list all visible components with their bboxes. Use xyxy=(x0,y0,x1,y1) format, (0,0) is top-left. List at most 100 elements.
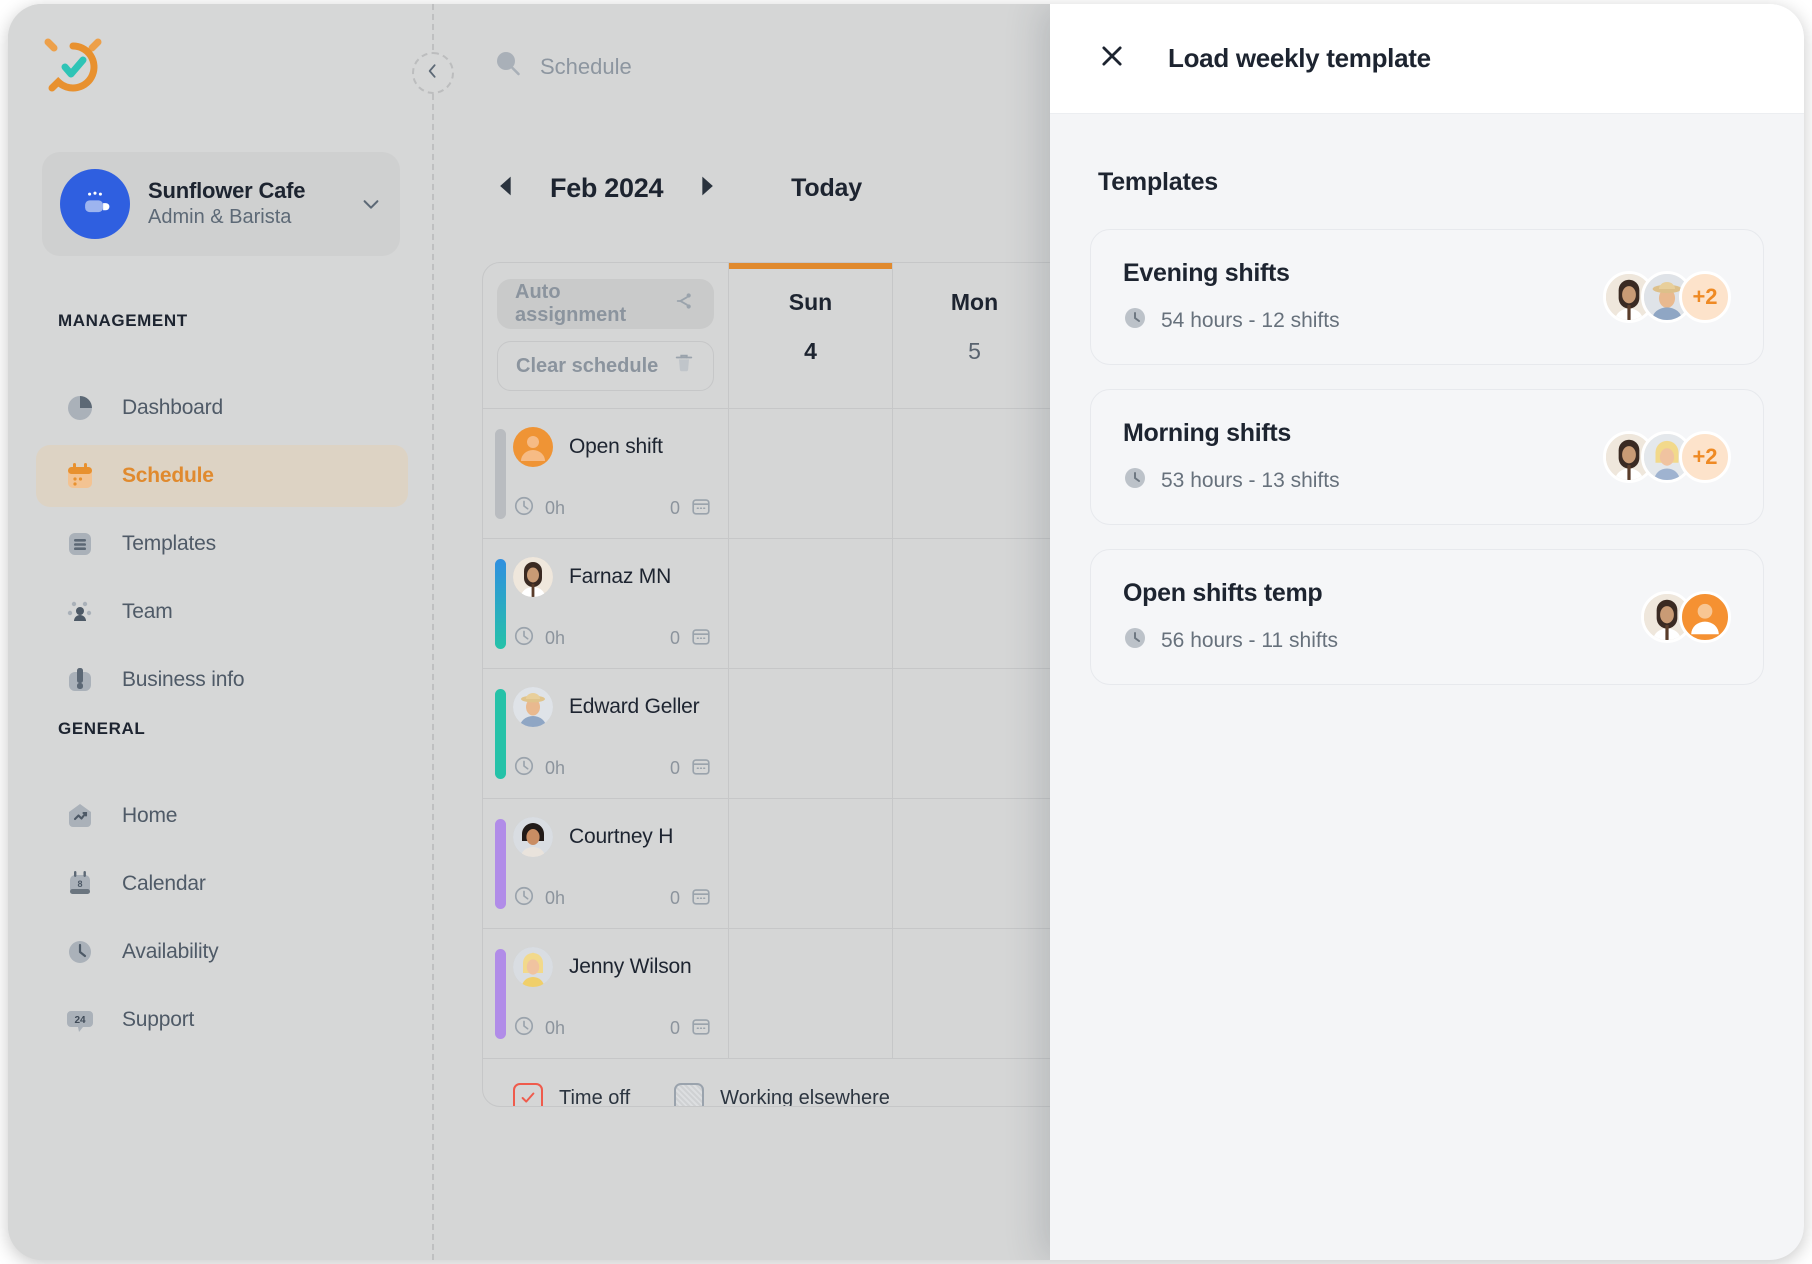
calendar-icon xyxy=(690,885,712,912)
schedule-cell[interactable] xyxy=(729,539,893,668)
sidebar-item-business-info[interactable]: Business info xyxy=(36,649,408,711)
employee-hours: 0h xyxy=(545,758,565,779)
schedule-cell[interactable] xyxy=(893,669,1057,798)
day-column-header[interactable]: Mon 5 xyxy=(893,263,1057,408)
panel-header: Load weekly template xyxy=(1050,4,1804,114)
employee-shift-count: 0 xyxy=(670,1018,680,1039)
calendar-icon xyxy=(690,1015,712,1042)
people-network-icon xyxy=(62,594,98,630)
company-selector[interactable]: Sunflower Cafe Admin & Barista xyxy=(42,152,400,256)
day-name: Sun xyxy=(789,289,832,316)
checkbox-hatched-icon xyxy=(674,1083,704,1107)
legend-time-off[interactable]: Time off xyxy=(513,1083,630,1107)
employee-cell[interactable]: Courtney H 0h 0 xyxy=(483,799,729,928)
sidebar-item-team[interactable]: Team xyxy=(36,581,408,643)
chevron-down-icon[interactable] xyxy=(360,193,382,215)
templates-list: Evening shifts 54 hours - 12 shifts xyxy=(1090,229,1764,685)
employee-cell[interactable]: Open shift 0h 0 xyxy=(483,409,729,538)
app-window: Sunflower Cafe Admin & Barista MANAGEMEN… xyxy=(8,4,1804,1260)
employee-cell[interactable]: Jenny Wilson 0h 0 xyxy=(483,929,729,1058)
sidebar-item-availability[interactable]: Availability xyxy=(36,921,408,983)
panel-title: Load weekly template xyxy=(1168,43,1431,74)
template-meta-text: 53 hours - 13 shifts xyxy=(1161,469,1340,493)
search-bar[interactable]: Schedule xyxy=(492,48,632,85)
template-meta: 56 hours - 11 shifts xyxy=(1123,626,1338,656)
trash-icon xyxy=(673,352,695,380)
auto-assignment-button[interactable]: Auto assignment xyxy=(497,279,714,329)
sidebar-section-management: MANAGEMENT xyxy=(58,311,188,331)
template-card[interactable]: Morning shifts 53 hours - 13 shifts xyxy=(1090,389,1764,525)
open-shift-icon xyxy=(1679,591,1731,643)
svg-text:8: 8 xyxy=(77,879,82,889)
sidebar-item-label: Home xyxy=(122,804,177,828)
row-color-bar xyxy=(495,819,506,909)
schedule-cell[interactable] xyxy=(893,539,1057,668)
schedule-cell[interactable] xyxy=(893,799,1057,928)
svg-text:24: 24 xyxy=(74,1015,86,1026)
list-lines-icon xyxy=(62,526,98,562)
search-input[interactable]: Schedule xyxy=(540,54,632,80)
coffee-cup-icon xyxy=(60,169,130,239)
sidebar-item-label: Calendar xyxy=(122,872,206,896)
employee-hours: 0h xyxy=(545,498,565,519)
schedule-cell[interactable] xyxy=(729,929,893,1058)
clock-icon xyxy=(62,934,98,970)
employee-hours: 0h xyxy=(545,1018,565,1039)
template-avatar-stack: +2 xyxy=(1603,271,1731,323)
employee-name: Courtney H xyxy=(569,825,673,849)
schedule-cell[interactable] xyxy=(893,409,1057,538)
schedule-cell[interactable] xyxy=(729,669,893,798)
sidebar-item-home[interactable]: Home xyxy=(36,785,408,847)
employee-name: Farnaz MN xyxy=(569,565,671,589)
calendar-icon xyxy=(690,755,712,782)
employee-name: Jenny Wilson xyxy=(569,955,691,979)
employee-cell[interactable]: Edward Geller 0h 0 xyxy=(483,669,729,798)
template-avatar-stack: +2 xyxy=(1603,431,1731,483)
triangle-left-icon[interactable] xyxy=(492,172,520,205)
close-icon[interactable] xyxy=(1098,42,1126,75)
search-icon xyxy=(492,48,524,85)
sidebar-item-label: Team xyxy=(122,600,173,624)
open-shift-icon xyxy=(513,427,553,467)
calendar-day-icon: 8 xyxy=(62,866,98,902)
auto-assignment-label: Auto assignment xyxy=(515,281,674,327)
triangle-right-icon[interactable] xyxy=(693,172,721,205)
schedule-cell[interactable] xyxy=(893,929,1057,1058)
row-color-bar xyxy=(495,949,506,1039)
pie-chart-icon xyxy=(62,390,98,426)
home-trend-icon xyxy=(62,798,98,834)
template-card[interactable]: Open shifts temp 56 hours - 11 shifts xyxy=(1090,549,1764,685)
load-weekly-template-panel: Load weekly template Templates Evening s… xyxy=(1050,4,1804,1260)
schedule-cell[interactable] xyxy=(729,409,893,538)
sidebar-item-schedule[interactable]: Schedule xyxy=(36,445,408,507)
clear-schedule-button[interactable]: Clear schedule xyxy=(497,341,714,391)
employee-shift-count: 0 xyxy=(670,498,680,519)
sidebar-item-calendar[interactable]: 8 Calendar xyxy=(36,853,408,915)
template-card[interactable]: Evening shifts 54 hours - 12 shifts xyxy=(1090,229,1764,365)
sidebar-item-label: Schedule xyxy=(122,464,214,488)
day-name: Mon xyxy=(951,289,998,316)
sidebar-item-dashboard[interactable]: Dashboard xyxy=(36,377,408,439)
sidebar-item-label: Templates xyxy=(122,532,216,556)
row-color-bar xyxy=(495,429,506,519)
sidebar-item-templates[interactable]: Templates xyxy=(36,513,408,575)
avatar xyxy=(513,817,553,857)
avatar xyxy=(513,687,553,727)
date-navigation: Feb 2024 Today xyxy=(492,172,862,205)
avatar-overflow-badge: +2 xyxy=(1679,271,1731,323)
employee-name: Edward Geller xyxy=(569,695,699,719)
clock-icon xyxy=(513,1015,535,1042)
day-column-header[interactable]: Sun 4 xyxy=(729,263,893,408)
sidebar-item-label: Business info xyxy=(122,668,244,692)
avatar xyxy=(513,947,553,987)
employee-cell[interactable]: Farnaz MN 0h 0 xyxy=(483,539,729,668)
support-24-icon: 24 xyxy=(62,1002,98,1038)
employee-shift-count: 0 xyxy=(670,888,680,909)
sidebar-item-support[interactable]: 24 Support xyxy=(36,989,408,1051)
schedule-cell[interactable] xyxy=(729,799,893,928)
employee-shift-count: 0 xyxy=(670,628,680,649)
legend-working-elsewhere[interactable]: Working elsewhere xyxy=(674,1083,890,1107)
clock-icon xyxy=(513,625,535,652)
day-number: 5 xyxy=(968,338,981,365)
today-button[interactable]: Today xyxy=(791,174,862,203)
